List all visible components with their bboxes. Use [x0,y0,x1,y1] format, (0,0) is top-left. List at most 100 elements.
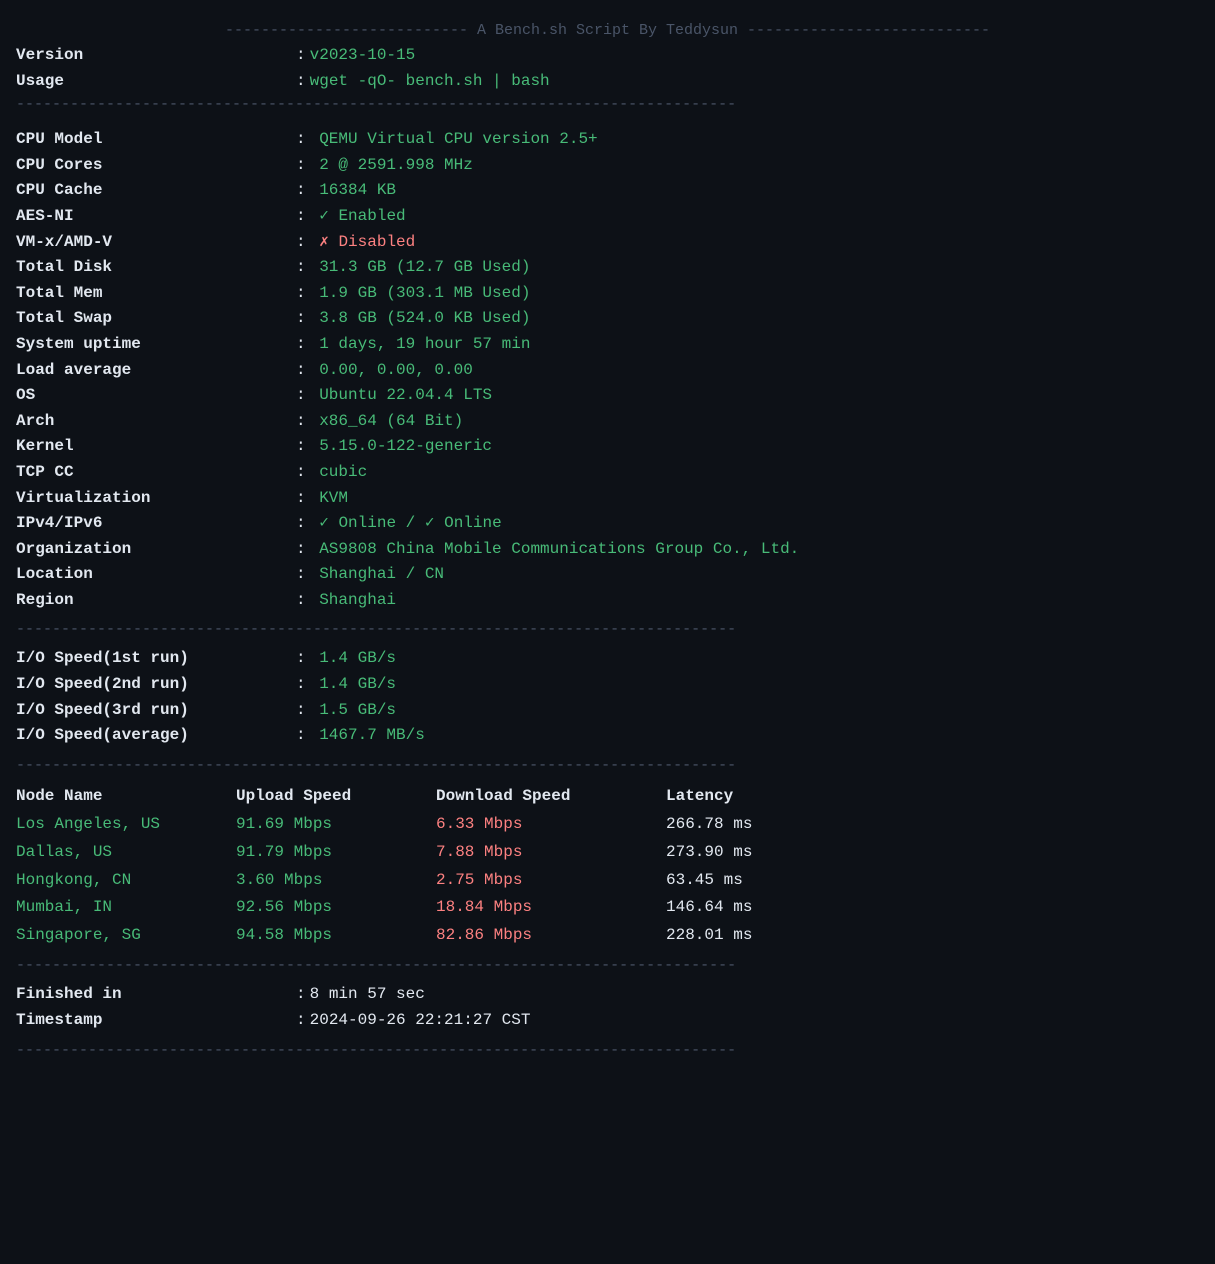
system-row: Total Mem: 1.9 GB (303.1 MB Used) [16,281,1199,307]
system-row-value: cubic [319,460,367,486]
footer-section: Finished in : 8 min 57 sec Timestamp : 2… [16,976,1199,1039]
system-row-value: 2 @ 2591.998 MHz [319,153,473,179]
system-row: Total Swap: 3.8 GB (524.0 KB Used) [16,306,1199,332]
system-section: CPU Model: QEMU Virtual CPU version 2.5+… [16,121,1199,619]
system-row-label: IPv4/IPv6 [16,511,296,537]
system-row: OS: Ubuntu 22.04.4 LTS [16,383,1199,409]
network-bottom-divider: ----------------------------------------… [16,955,1199,976]
system-row-value: Ubuntu 22.04.4 LTS [319,383,492,409]
terminal-container: --------------------------- A Bench.sh S… [16,12,1199,1061]
network-row: Los Angeles, US91.69 Mbps6.33 Mbps266.78… [16,811,1199,839]
system-row-value: KVM [319,486,348,512]
network-upload: 92.56 Mbps [236,895,436,921]
system-row-label: VM-x/AMD-V [16,230,296,256]
system-row-value: Shanghai [319,588,396,614]
system-row-label: Organization [16,537,296,563]
system-row: Total Disk: 31.3 GB (12.7 GB Used) [16,255,1199,281]
system-row: AES-NI: ✓ Enabled [16,204,1199,230]
network-upload: 3.60 Mbps [236,868,436,894]
system-row-label: Location [16,562,296,588]
finished-value: 8 min 57 sec [310,982,425,1008]
network-upload: 94.58 Mbps [236,923,436,949]
system-row: Load average: 0.00, 0.00, 0.00 [16,358,1199,384]
network-download: 82.86 Mbps [436,923,666,949]
usage-value: wget -qO- bench.sh | bash [310,69,550,95]
system-row-label: Total Mem [16,281,296,307]
system-row: CPU Model: QEMU Virtual CPU version 2.5+ [16,127,1199,153]
banner-bottom-divider: ----------------------------------------… [16,94,1199,115]
system-row: TCP CC: cubic [16,460,1199,486]
system-row-value: 31.3 GB (12.7 GB Used) [319,255,530,281]
network-download: 6.33 Mbps [436,812,666,838]
system-row: IPv4/IPv6: ✓ Online / ✓ Online [16,511,1199,537]
usage-label: Usage [16,69,296,95]
system-row-label: System uptime [16,332,296,358]
io-row-value: 1.5 GB/s [319,698,396,724]
timestamp-row: Timestamp : 2024-09-26 22:21:27 CST [16,1008,1199,1034]
system-row: Region: Shanghai [16,588,1199,614]
system-row-value: 0.00, 0.00, 0.00 [319,358,473,384]
system-row-label: Total Disk [16,255,296,281]
system-bottom-divider: ----------------------------------------… [16,619,1199,640]
system-row: Arch: x86_64 (64 Bit) [16,409,1199,435]
system-row-label: Virtualization [16,486,296,512]
network-latency: 63.45 ms [666,868,826,894]
io-row: I/O Speed(2nd run): 1.4 GB/s [16,672,1199,698]
network-node: Dallas, US [16,840,236,866]
system-row: CPU Cache: 16384 KB [16,178,1199,204]
io-row: I/O Speed(average): 1467.7 MB/s [16,723,1199,749]
network-latency: 273.90 ms [666,840,826,866]
system-row-value: 16384 KB [319,178,396,204]
network-header: Node Name Upload Speed Download Speed La… [16,782,1199,812]
network-section: Node Name Upload Speed Download Speed La… [16,776,1199,956]
system-row-label: Region [16,588,296,614]
system-row-label: Load average [16,358,296,384]
timestamp-label: Timestamp [16,1008,296,1034]
col-header-download: Download Speed [436,784,666,810]
system-row-label: OS [16,383,296,409]
network-row: Hongkong, CN3.60 Mbps2.75 Mbps63.45 ms [16,867,1199,895]
system-row: Kernel: 5.15.0-122-generic [16,434,1199,460]
system-row-value: AS9808 China Mobile Communications Group… [319,537,799,563]
version-row: Version : v2023-10-15 [16,43,1199,69]
network-latency: 266.78 ms [666,812,826,838]
system-row-value: x86_64 (64 Bit) [319,409,463,435]
network-download: 7.88 Mbps [436,840,666,866]
system-row-value: ✓ Enabled [319,204,405,230]
system-row-value: 3.8 GB (524.0 KB Used) [319,306,530,332]
network-node: Los Angeles, US [16,812,236,838]
system-row-value: Shanghai / CN [319,562,444,588]
io-section: I/O Speed(1st run): 1.4 GB/sI/O Speed(2n… [16,640,1199,754]
network-latency: 146.64 ms [666,895,826,921]
system-row: VM-x/AMD-V: ✗ Disabled [16,230,1199,256]
system-row-label: CPU Cache [16,178,296,204]
system-row-label: CPU Model [16,127,296,153]
io-row-label: I/O Speed(average) [16,723,296,749]
io-row-label: I/O Speed(3rd run) [16,698,296,724]
system-row: Virtualization: KVM [16,486,1199,512]
network-download: 2.75 Mbps [436,868,666,894]
system-row-value: 1 days, 19 hour 57 min [319,332,530,358]
system-row-label: TCP CC [16,460,296,486]
io-row-label: I/O Speed(1st run) [16,646,296,672]
system-row: CPU Cores: 2 @ 2591.998 MHz [16,153,1199,179]
network-row: Dallas, US91.79 Mbps7.88 Mbps273.90 ms [16,839,1199,867]
version-label: Version [16,43,296,69]
io-row: I/O Speed(3rd run): 1.5 GB/s [16,698,1199,724]
finished-row: Finished in : 8 min 57 sec [16,982,1199,1008]
io-row-value: 1.4 GB/s [319,672,396,698]
network-node: Mumbai, IN [16,895,236,921]
network-node: Singapore, SG [16,923,236,949]
network-node: Hongkong, CN [16,868,236,894]
system-row: Organization: AS9808 China Mobile Commun… [16,537,1199,563]
system-row-value: ✓ Online / ✓ Online [319,511,502,537]
system-row-label: Arch [16,409,296,435]
finished-label: Finished in [16,982,296,1008]
system-row: Location: Shanghai / CN [16,562,1199,588]
col-header-latency: Latency [666,784,826,810]
network-row: Mumbai, IN92.56 Mbps18.84 Mbps146.64 ms [16,894,1199,922]
io-row-value: 1.4 GB/s [319,646,396,672]
system-row-label: Kernel [16,434,296,460]
version-value: v2023-10-15 [310,43,416,69]
system-row-value: ✗ Disabled [319,230,415,256]
